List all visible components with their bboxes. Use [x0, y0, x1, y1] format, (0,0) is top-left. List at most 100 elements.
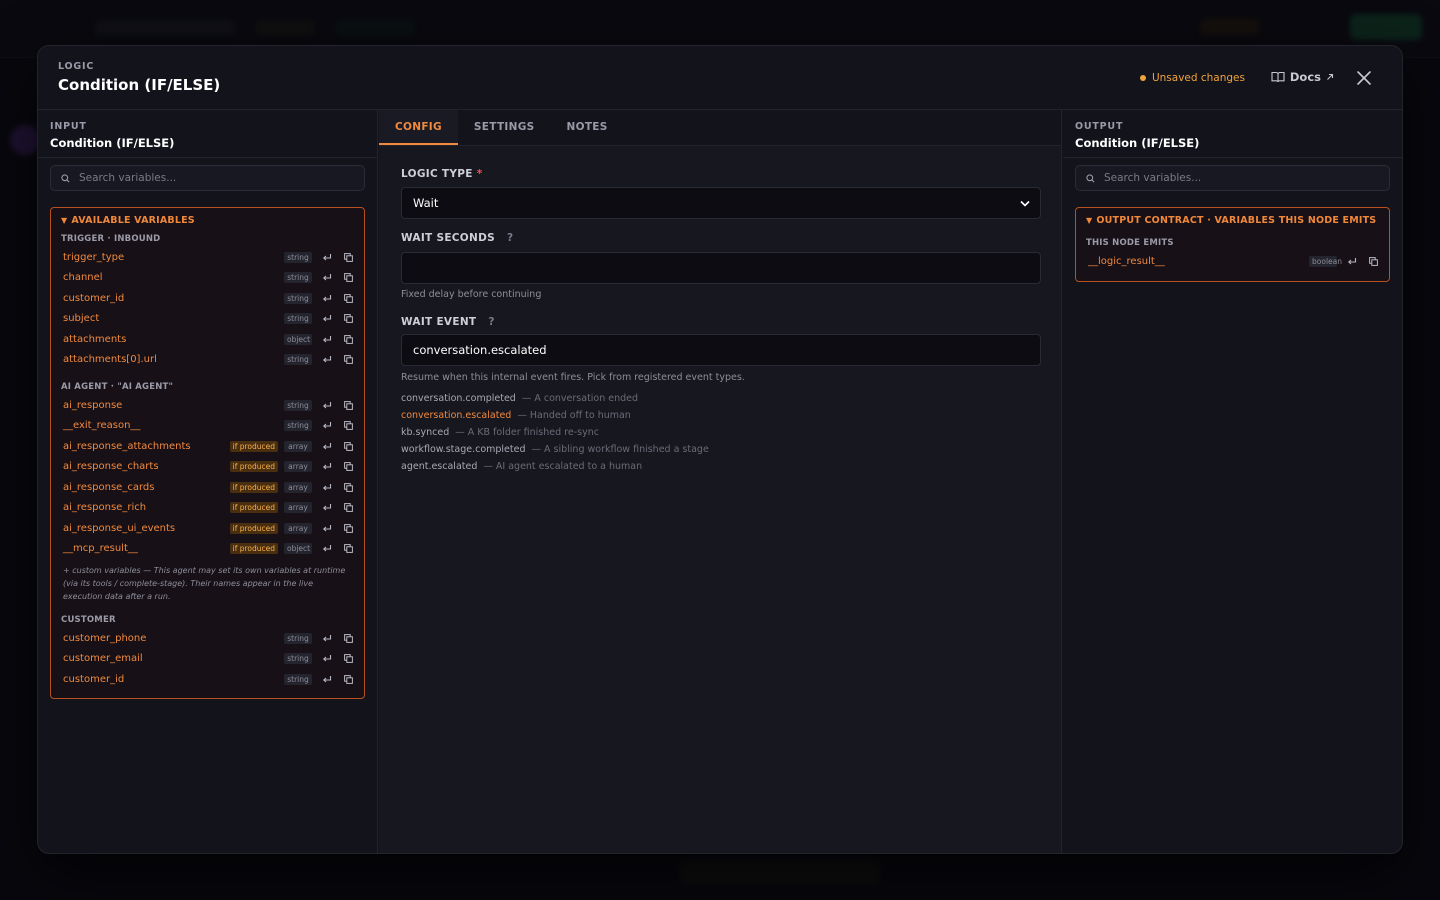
insert-icon[interactable] [321, 522, 333, 534]
tab-settings[interactable]: SETTINGS [458, 110, 551, 145]
variable-row[interactable]: __exit_reason__ string [61, 416, 354, 437]
close-button[interactable] [1354, 68, 1374, 88]
insert-icon[interactable] [321, 354, 333, 366]
copy-icon[interactable] [342, 502, 354, 514]
event-option[interactable]: kb.synced — A KB folder finished re-sync [401, 427, 599, 438]
variable-name[interactable]: trigger_type [63, 252, 284, 263]
copy-icon[interactable] [342, 399, 354, 411]
available-variables-toggle[interactable]: ▼ AVAILABLE VARIABLES [61, 215, 354, 226]
insert-icon[interactable] [321, 632, 333, 644]
logic-type-select[interactable]: Wait [401, 187, 1041, 219]
insert-icon[interactable] [321, 399, 333, 411]
output-search-field[interactable] [1104, 172, 1364, 184]
close-icon [1357, 71, 1371, 85]
insert-icon[interactable] [321, 440, 333, 452]
copy-icon[interactable] [1367, 255, 1379, 267]
variable-row[interactable]: ai_response_ui_events if produced array [61, 518, 354, 539]
insert-icon[interactable] [321, 292, 333, 304]
variable-row[interactable]: ai_response_cards if produced array [61, 477, 354, 498]
variable-name[interactable]: customer_phone [63, 633, 284, 644]
variable-row[interactable]: __mcp_result__ if produced object [61, 539, 354, 560]
insert-icon[interactable] [321, 313, 333, 325]
copy-icon[interactable] [342, 354, 354, 366]
variable-name[interactable]: ai_response_rich [63, 502, 230, 513]
wait-event-input[interactable]: conversation.escalated [401, 334, 1041, 366]
event-option[interactable]: workflow.stage.completed — A sibling work… [401, 444, 709, 455]
output-search[interactable] [1075, 165, 1390, 191]
variable-name[interactable]: subject [63, 313, 284, 324]
variable-name[interactable]: attachments [63, 334, 284, 345]
copy-icon[interactable] [342, 292, 354, 304]
variable-row[interactable]: ai_response_attachments if produced array [61, 436, 354, 457]
tab-config[interactable]: CONFIG [379, 110, 458, 145]
insert-icon[interactable] [321, 502, 333, 514]
copy-icon[interactable] [342, 461, 354, 473]
variable-name[interactable]: ai_response_cards [63, 482, 230, 493]
copy-icon[interactable] [342, 543, 354, 555]
variable-row[interactable]: subject string [61, 309, 354, 330]
event-name: kb.synced [401, 427, 450, 438]
insert-icon[interactable] [321, 272, 333, 284]
variable-name[interactable]: customer_id [63, 674, 284, 685]
copy-icon[interactable] [342, 251, 354, 263]
copy-icon[interactable] [342, 632, 354, 644]
insert-icon[interactable] [1346, 255, 1358, 267]
variable-row[interactable]: customer_email string [61, 649, 354, 670]
copy-icon[interactable] [342, 481, 354, 493]
insert-icon[interactable] [321, 653, 333, 665]
wait-event-label: WAIT EVENT ? [401, 316, 495, 328]
wait-seconds-input[interactable] [401, 252, 1041, 284]
insert-icon[interactable] [321, 251, 333, 263]
variable-row[interactable]: customer_phone string [61, 628, 354, 649]
insert-icon[interactable] [321, 461, 333, 473]
variable-row[interactable]: ai_response_rich if produced array [61, 498, 354, 519]
variable-name[interactable]: ai_response_charts [63, 461, 230, 472]
variable-row[interactable]: ai_response_charts if produced array [61, 457, 354, 478]
variable-row[interactable]: customer_id string [61, 288, 354, 309]
type-tag: string [284, 632, 312, 644]
insert-icon[interactable] [321, 673, 333, 685]
copy-icon[interactable] [342, 653, 354, 665]
variable-name[interactable]: attachments[0].url [63, 354, 284, 365]
copy-icon[interactable] [342, 522, 354, 534]
insert-icon[interactable] [321, 420, 333, 432]
variable-row[interactable]: customer_id string [61, 669, 354, 690]
copy-icon[interactable] [342, 420, 354, 432]
variable-name[interactable]: __mcp_result__ [63, 543, 230, 554]
insert-icon[interactable] [321, 333, 333, 345]
event-option[interactable]: agent.escalated — AI agent escalated to a… [401, 461, 642, 472]
variable-row[interactable]: ai_response string [61, 395, 354, 416]
variable-row[interactable]: __logic_result__ boolean [1086, 251, 1379, 272]
variable-name[interactable]: __exit_reason__ [63, 420, 284, 431]
variable-row[interactable]: attachments object [61, 329, 354, 350]
help-icon[interactable]: ? [488, 316, 494, 328]
input-search-field[interactable] [79, 172, 339, 184]
tab-notes[interactable]: NOTES [551, 110, 624, 145]
copy-icon[interactable] [342, 313, 354, 325]
insert-icon[interactable] [321, 481, 333, 493]
variable-row[interactable]: trigger_type string [61, 247, 354, 268]
variable-name[interactable]: customer_id [63, 293, 284, 304]
copy-icon[interactable] [342, 333, 354, 345]
variable-name[interactable]: channel [63, 272, 284, 283]
type-tag: string [284, 673, 312, 685]
copy-icon[interactable] [342, 272, 354, 284]
variable-name[interactable]: ai_response [63, 400, 284, 411]
copy-icon[interactable] [342, 673, 354, 685]
variable-name[interactable]: customer_email [63, 653, 284, 664]
variable-name[interactable]: ai_response_ui_events [63, 523, 230, 534]
docs-link[interactable]: Docs [1271, 70, 1334, 84]
event-option[interactable]: conversation.completed — A conversation e… [401, 393, 638, 404]
input-search[interactable] [50, 165, 365, 191]
variable-name[interactable]: ai_response_attachments [63, 441, 230, 452]
insert-icon[interactable] [321, 543, 333, 555]
variable-row[interactable]: channel string [61, 268, 354, 289]
output-contract-toggle[interactable]: ▼ OUTPUT CONTRACT · VARIABLES THIS NODE … [1086, 215, 1379, 226]
copy-icon[interactable] [342, 440, 354, 452]
help-icon[interactable]: ? [507, 232, 513, 244]
variable-name[interactable]: __logic_result__ [1088, 256, 1309, 267]
event-option[interactable]: conversation.escalated — Handed off to hu… [401, 410, 631, 421]
event-description: — A conversation ended [521, 393, 639, 404]
variable-row[interactable]: attachments[0].url string [61, 350, 354, 371]
type-tag: array [284, 440, 312, 452]
